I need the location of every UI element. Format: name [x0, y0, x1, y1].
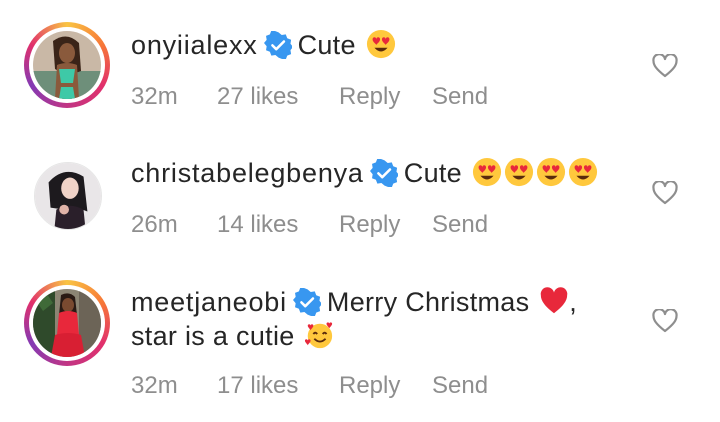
- comment-likes[interactable]: 17 likes: [217, 372, 339, 400]
- verified-badge-icon: [369, 159, 398, 187]
- comment-username[interactable]: christabelegbenya: [131, 158, 364, 188]
- comment-text: Cute: [403, 158, 462, 188]
- smiling-face-with-hearts-emoji-icon: [305, 322, 333, 349]
- verified-badge-icon: [263, 31, 292, 59]
- comment-text-line2: star is a cutie: [131, 321, 295, 351]
- avatar[interactable]: [24, 22, 110, 108]
- send-button[interactable]: Send: [432, 83, 488, 111]
- comment-time: 32m: [131, 372, 178, 399]
- comment-likes[interactable]: 14 likes: [217, 211, 339, 239]
- heart-eyes-emoji-icon: [366, 29, 395, 59]
- avatar[interactable]: [24, 152, 110, 238]
- verified-badge-icon: [292, 288, 321, 316]
- comment-time: 26m: [131, 211, 178, 238]
- send-button[interactable]: Send: [432, 211, 488, 239]
- reply-button[interactable]: Reply: [339, 372, 432, 400]
- send-button[interactable]: Send: [432, 372, 488, 400]
- like-heart-icon[interactable]: [652, 309, 678, 333]
- comment-text: Cute: [297, 30, 356, 60]
- heart-eyes-emoji-icon: [568, 157, 597, 187]
- comment-likes[interactable]: 27 likes: [217, 83, 339, 111]
- comment-text-end: ,: [569, 287, 578, 317]
- heart-eyes-emoji-icon: [472, 157, 501, 187]
- like-heart-icon[interactable]: [652, 54, 678, 78]
- comment-username[interactable]: onyiialexx: [131, 30, 258, 60]
- red-heart-emoji-icon: [540, 287, 568, 314]
- like-heart-icon[interactable]: [652, 181, 678, 205]
- avatar[interactable]: [24, 280, 110, 366]
- reply-button[interactable]: Reply: [339, 211, 432, 239]
- comment-time: 32m: [131, 83, 178, 110]
- heart-eyes-emoji-icon: [536, 157, 565, 187]
- comment-text: Merry Christmas: [326, 287, 530, 317]
- reply-button[interactable]: Reply: [339, 83, 432, 111]
- comment-username[interactable]: meetjaneobi: [131, 287, 287, 317]
- heart-eyes-emoji-icon: [504, 157, 533, 187]
- comments-list: onyiialexxCute 32m27 likesReplySend: [0, 0, 720, 422]
